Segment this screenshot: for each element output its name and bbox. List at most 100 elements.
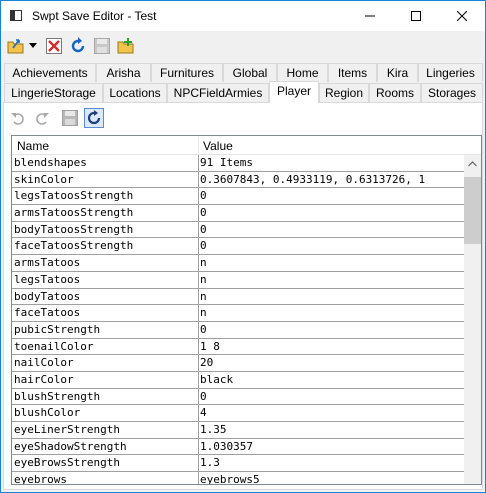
save-disabled-button[interactable]: [92, 36, 112, 56]
save-icon: [62, 110, 78, 126]
table-row[interactable]: blushColor 4: [12, 405, 465, 422]
minimize-button[interactable]: [347, 1, 393, 31]
property-name: blushColor: [14, 406, 81, 420]
tab-kira[interactable]: Kira: [377, 63, 418, 82]
property-name: faceTatoosStrength: [14, 239, 134, 253]
property-value[interactable]: n: [200, 256, 207, 269]
table-row[interactable]: faceTatoosStrength 0: [12, 238, 465, 256]
open-button[interactable]: [6, 36, 26, 56]
column-separator: [198, 455, 199, 472]
property-value[interactable]: 0: [200, 223, 207, 236]
add-folder-icon: [117, 38, 134, 54]
property-name: eyeShadowStrength: [14, 439, 127, 453]
property-value[interactable]: n: [200, 306, 207, 319]
column-separator: [198, 238, 199, 255]
property-value[interactable]: black: [200, 373, 233, 386]
minimize-icon: [365, 15, 375, 17]
save-button[interactable]: [60, 108, 80, 128]
tab-npcfieldarmies[interactable]: NPCFieldArmies: [167, 83, 269, 102]
tab-player[interactable]: Player: [269, 81, 319, 103]
table-row[interactable]: armsTatoos n: [12, 255, 465, 272]
grid-rows: blendshapes 91 Items skinColor 0.3607843, 0…: [12, 155, 465, 484]
tab-global[interactable]: Global: [223, 63, 277, 82]
property-value[interactable]: 20: [200, 356, 213, 369]
property-value[interactable]: n: [200, 273, 207, 286]
scroll-up-icon[interactable]: [464, 155, 481, 172]
property-name: faceTatoos: [14, 306, 81, 320]
property-value[interactable]: 1.030357: [200, 440, 253, 453]
property-name: armsTatoosStrength: [14, 206, 134, 220]
property-name: nailColor: [14, 356, 74, 370]
property-name: skinColor: [14, 172, 74, 186]
property-value[interactable]: 0: [200, 189, 207, 202]
tab-rooms[interactable]: Rooms: [369, 83, 421, 102]
property-value[interactable]: 0: [200, 239, 207, 252]
column-header-name[interactable]: Name: [17, 139, 49, 153]
property-value[interactable]: n: [200, 290, 207, 303]
tab-locations[interactable]: Locations: [103, 83, 167, 102]
property-value[interactable]: 1 8: [200, 340, 220, 353]
property-value[interactable]: 0.3607843, 0.4933119, 0.6313726, 1: [200, 173, 425, 186]
column-separator: [198, 422, 199, 438]
add-folder-button[interactable]: [116, 36, 136, 56]
property-value[interactable]: eyebrows5: [200, 473, 260, 484]
property-value[interactable]: 91 Items: [200, 156, 253, 169]
tab-items[interactable]: Items: [328, 63, 377, 82]
table-row[interactable]: faceTatoos n: [12, 305, 465, 322]
tab-lingeries[interactable]: Lingeries: [418, 63, 483, 82]
property-value[interactable]: 0: [200, 390, 207, 403]
close-file-button[interactable]: [44, 36, 64, 56]
maximize-button[interactable]: [393, 1, 439, 31]
reload-icon: [71, 37, 85, 53]
table-row[interactable]: skinColor 0.3607843, 0.4933119, 0.6313726…: [12, 171, 465, 189]
table-row[interactable]: hairColor black: [12, 371, 465, 389]
column-separator: [198, 171, 199, 188]
table-row[interactable]: toenailColor 1 8: [12, 338, 465, 356]
undo-button[interactable]: [8, 108, 28, 128]
reload-button[interactable]: [68, 36, 88, 56]
column-header-value[interactable]: Value: [203, 139, 233, 153]
property-grid: Name Value blendshapes 91 Items skinColor 0…: [11, 135, 482, 485]
table-row[interactable]: bodyTatoosStrength 0: [12, 221, 465, 239]
property-value[interactable]: 0: [200, 206, 207, 219]
title-bar[interactable]: Swpt Save Editor - Test: [1, 1, 485, 31]
column-separator: [198, 405, 199, 421]
table-row[interactable]: eyeBrowsStrength 1.3: [12, 455, 465, 473]
open-dropdown-button[interactable]: [27, 36, 39, 56]
tab-home[interactable]: Home: [277, 63, 328, 82]
table-row[interactable]: bodyTatoos n: [12, 288, 465, 306]
tab-storages[interactable]: Storages: [421, 83, 483, 102]
scrollbar-thumb[interactable]: [464, 177, 481, 244]
tab-region[interactable]: Region: [319, 83, 369, 102]
tab-achievements[interactable]: Achievements: [4, 63, 96, 82]
table-row[interactable]: armsTatoosStrength 0: [12, 205, 465, 222]
table-row[interactable]: legsTatoosStrength 0: [12, 188, 465, 206]
dropdown-arrow-icon: [29, 43, 37, 48]
close-button[interactable]: [439, 1, 485, 31]
tab-arisha[interactable]: Arisha: [96, 63, 151, 82]
main-toolbar: [1, 31, 485, 61]
table-row[interactable]: eyebrows eyebrows5: [12, 472, 465, 484]
table-row[interactable]: pubicStrength 0: [12, 321, 465, 339]
tab-lingeriestorage[interactable]: LingerieStorage: [4, 83, 103, 102]
table-row[interactable]: nailColor 20: [12, 355, 465, 372]
column-separator: [198, 271, 199, 288]
property-value[interactable]: 0: [200, 323, 207, 336]
table-row[interactable]: eyeLinerStrength 1.35: [12, 422, 465, 439]
table-row[interactable]: eyeShadowStrength 1.030357: [12, 438, 465, 456]
property-value[interactable]: 1.35: [200, 423, 227, 436]
redo-button[interactable]: [32, 108, 52, 128]
tab-row-2: LingerieStorage Locations NPCFieldArmies…: [1, 81, 485, 103]
close-icon: [457, 11, 467, 21]
table-row[interactable]: legsTatoos n: [12, 271, 465, 289]
tab-furnitures[interactable]: Furnitures: [151, 63, 223, 82]
property-value[interactable]: 4: [200, 406, 207, 419]
column-separator: [198, 255, 199, 271]
property-name: blushStrength: [14, 389, 101, 403]
table-row[interactable]: blushStrength 0: [12, 388, 465, 406]
column-separator: [198, 305, 199, 321]
vertical-scrollbar[interactable]: [464, 155, 481, 484]
table-row[interactable]: blendshapes 91 Items: [12, 155, 465, 172]
refresh-button[interactable]: [84, 108, 104, 128]
property-value[interactable]: 1.3: [200, 456, 220, 469]
